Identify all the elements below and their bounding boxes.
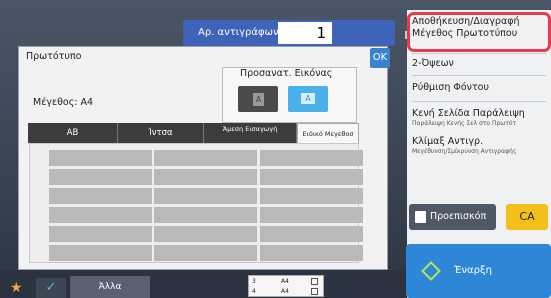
orientation-label: Προσανατ. Εικόνας	[240, 68, 333, 79]
tray-icon	[311, 278, 318, 285]
custom-size-slot[interactable]	[49, 226, 152, 242]
custom-size-slot[interactable]	[260, 207, 363, 223]
tray-size: A4	[281, 278, 289, 285]
preview-label: Προεπισκόπ	[430, 211, 487, 222]
custom-size-slot[interactable]	[49, 207, 152, 223]
item-label: Κενή Σελίδα Παράλειψη	[412, 108, 525, 119]
copy-ratio-item[interactable]: Κλίμαξ Αντιγρ. Μεγέθυνση/Σμίκρυνση Αντιγ…	[412, 136, 516, 156]
orientation-portrait-button[interactable]: A	[238, 86, 278, 112]
start-button[interactable]: Έναρξη	[406, 244, 551, 298]
tray-number: 3	[252, 278, 256, 285]
two-sided-item[interactable]: 2-Όψεων	[412, 58, 454, 70]
landscape-page-icon: A	[301, 93, 315, 104]
custom-size-slot[interactable]	[260, 188, 363, 204]
copies-input[interactable]: 1	[278, 22, 332, 44]
custom-size-slot[interactable]	[154, 150, 257, 166]
orientation-landscape-button[interactable]: A	[288, 86, 328, 112]
item-sublabel: Παράλειψη Κενής Σελ στο Πρωτότ	[412, 120, 517, 127]
tab-inch[interactable]: Ίντσα	[118, 123, 204, 143]
custom-size-slot[interactable]	[260, 150, 363, 166]
custom-size-slot[interactable]	[260, 226, 363, 242]
tab-ab[interactable]: AB	[28, 123, 118, 143]
divider	[412, 75, 546, 76]
custom-size-slot[interactable]	[260, 169, 363, 185]
preview-icon	[415, 211, 426, 223]
other-button[interactable]: Άλλα	[70, 276, 150, 298]
custom-size-slot[interactable]	[49, 169, 152, 185]
paper-tray-indicator[interactable]: 3 A4 4 A4	[248, 275, 324, 297]
blank-page-skip-item[interactable]: Κενή Σελίδα Παράλειψη Παράλειψη Κενής Σε…	[412, 108, 525, 128]
item-sublabel: Μεγέθυνση/Σμίκρυνση Αντιγραφής	[412, 148, 517, 155]
custom-size-slot[interactable]	[154, 207, 257, 223]
custom-size-slot[interactable]	[260, 245, 363, 261]
item-label: 2-Όψεων	[412, 58, 454, 69]
checkmark-button[interactable]: ✓	[36, 278, 66, 298]
tray-number: 4	[252, 288, 256, 295]
background-adjust-item[interactable]: Ρύθμιση Φόντου	[412, 82, 489, 94]
tray-row: 3 A4	[251, 277, 321, 287]
tray-size: A4	[281, 288, 289, 295]
item-label: Ρύθμιση Φόντου	[412, 82, 489, 93]
custom-size-slot[interactable]	[154, 226, 257, 242]
custom-size-slot[interactable]	[49, 188, 152, 204]
preview-button[interactable]: Προεπισκόπ	[409, 204, 496, 230]
custom-size-slot[interactable]	[154, 169, 257, 185]
star-icon[interactable]: ★	[10, 279, 30, 297]
highlight-frame	[407, 12, 551, 52]
custom-size-slot[interactable]	[154, 245, 257, 261]
clear-all-button[interactable]: CA	[506, 204, 548, 230]
item-label: Κλίμαξ Αντιγρ.	[412, 136, 484, 147]
tab-direct-entry[interactable]: Άμεση Εισαγωγή	[204, 123, 297, 143]
size-readout: Μέγεθος: A4	[33, 97, 94, 108]
start-icon	[421, 261, 441, 281]
tab-custom-size[interactable]: Ειδικό Μεγεθοσ	[297, 123, 359, 144]
start-label: Έναρξη	[454, 265, 492, 276]
custom-size-slot[interactable]	[49, 150, 152, 166]
ok-button[interactable]: OK	[370, 48, 390, 68]
custom-size-slot[interactable]	[49, 245, 152, 261]
dialog-title: Πρωτότυπο	[26, 51, 82, 62]
tray-icon	[311, 288, 318, 295]
checkmark-icon: ✓	[45, 280, 57, 295]
divider	[412, 101, 546, 102]
tray-row: 4 A4	[251, 287, 321, 297]
divider	[412, 53, 546, 54]
copies-label: Αρ. αντιγράφων	[198, 27, 279, 38]
portrait-page-icon: A	[253, 93, 264, 106]
custom-size-slot[interactable]	[154, 188, 257, 204]
